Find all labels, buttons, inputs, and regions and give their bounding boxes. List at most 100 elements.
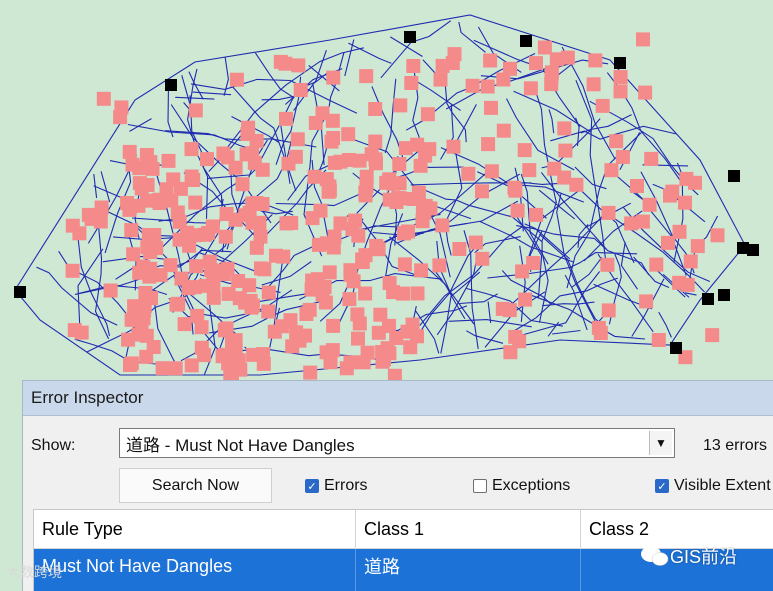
checkbox-checked-icon[interactable]: ✓ — [655, 479, 669, 493]
error-marker — [435, 218, 450, 233]
watermark-brand: GIS前沿 — [670, 547, 738, 567]
error-marker — [593, 326, 608, 340]
error-marker — [147, 228, 162, 242]
checkbox-checked-icon[interactable]: ✓ — [305, 479, 319, 493]
wechat-icon — [641, 546, 669, 566]
error-marker — [433, 72, 448, 87]
error-marker — [356, 355, 371, 370]
road-line — [620, 241, 638, 290]
checkbox-unchecked-icon[interactable] — [473, 479, 487, 493]
error-count: 13 errors — [703, 437, 768, 454]
search-now-button[interactable]: Search Now — [119, 468, 272, 503]
error-marker — [291, 58, 306, 73]
error-marker — [406, 59, 421, 73]
error-marker — [351, 331, 365, 346]
error-marker — [557, 121, 572, 136]
road-line — [181, 75, 192, 108]
error-marker — [124, 223, 139, 238]
road-line — [348, 42, 392, 64]
error-marker — [326, 238, 341, 253]
error-marker — [313, 203, 328, 218]
error-marker — [200, 152, 214, 167]
errors-checkbox[interactable]: ✓ Errors — [305, 477, 368, 495]
error-marker — [601, 303, 616, 318]
exceptions-checkbox[interactable]: Exceptions — [473, 477, 570, 495]
error-marker — [174, 271, 189, 286]
error-marker — [604, 163, 619, 178]
error-marker — [483, 53, 498, 68]
error-marker — [326, 70, 341, 85]
dangle-marker — [165, 79, 177, 91]
error-marker — [341, 127, 356, 142]
error-marker — [126, 247, 141, 262]
error-marker — [690, 239, 705, 254]
error-marker — [484, 164, 499, 179]
error-marker — [369, 238, 384, 253]
error-marker — [279, 111, 293, 126]
error-marker — [103, 283, 118, 298]
error-marker — [243, 293, 258, 308]
error-marker — [351, 228, 366, 243]
error-marker — [663, 188, 677, 203]
error-marker — [235, 177, 250, 192]
road-line — [223, 57, 229, 96]
chevron-down-icon[interactable]: ▼ — [649, 431, 672, 455]
road-line — [552, 329, 581, 335]
error-marker — [503, 61, 517, 76]
error-marker — [373, 307, 388, 322]
error-marker — [613, 70, 628, 84]
error-marker — [172, 232, 187, 247]
error-marker — [145, 161, 160, 176]
error-marker — [321, 184, 336, 199]
error-marker — [190, 308, 205, 323]
error-marker — [307, 169, 322, 184]
error-marker — [508, 329, 523, 344]
error-marker — [569, 177, 584, 192]
error-marker — [303, 365, 318, 380]
error-marker — [588, 53, 603, 68]
error-marker — [484, 100, 498, 115]
visible-extent-checkbox[interactable]: ✓ Visible Extent o — [655, 477, 773, 495]
column-header-class-1[interactable]: Class 1 — [356, 510, 581, 548]
error-marker — [558, 143, 573, 158]
error-marker — [326, 318, 341, 333]
error-marker — [435, 58, 450, 73]
road-line — [175, 96, 215, 100]
error-marker — [166, 172, 181, 187]
error-marker — [188, 195, 203, 210]
error-marker — [197, 227, 212, 242]
error-marker — [323, 355, 338, 370]
error-marker — [397, 257, 412, 272]
error-marker — [710, 228, 725, 243]
error-marker — [526, 256, 541, 270]
error-marker — [368, 134, 383, 149]
error-marker — [220, 261, 235, 276]
cell-rule-type: Must Not Have Dangles — [34, 549, 356, 583]
error-marker — [140, 240, 155, 255]
error-marker — [299, 307, 314, 321]
error-marker — [256, 356, 271, 371]
error-marker — [333, 216, 348, 231]
error-marker — [293, 83, 308, 97]
road-line — [548, 109, 555, 134]
dangle-marker — [520, 35, 532, 47]
error-marker — [218, 229, 233, 244]
error-marker — [586, 77, 601, 92]
show-label: Show: — [31, 437, 76, 454]
column-header-rule-type[interactable]: Rule Type — [34, 510, 356, 548]
show-dropdown[interactable]: 道路 - Must Not Have Dangles ▼ — [119, 428, 675, 458]
error-marker — [124, 312, 139, 327]
error-marker — [517, 143, 532, 158]
error-marker — [161, 153, 176, 168]
panel-title-bar: Error Inspector — [23, 381, 773, 416]
error-marker — [386, 176, 401, 191]
error-marker — [529, 56, 543, 71]
visible-extent-label: Visible Extent o — [674, 477, 773, 494]
error-marker — [392, 157, 407, 171]
error-marker — [121, 332, 136, 347]
error-marker — [649, 257, 664, 272]
error-marker — [184, 169, 199, 184]
error-marker — [188, 103, 203, 118]
dangle-marker — [14, 286, 26, 298]
error-marker — [123, 358, 137, 372]
